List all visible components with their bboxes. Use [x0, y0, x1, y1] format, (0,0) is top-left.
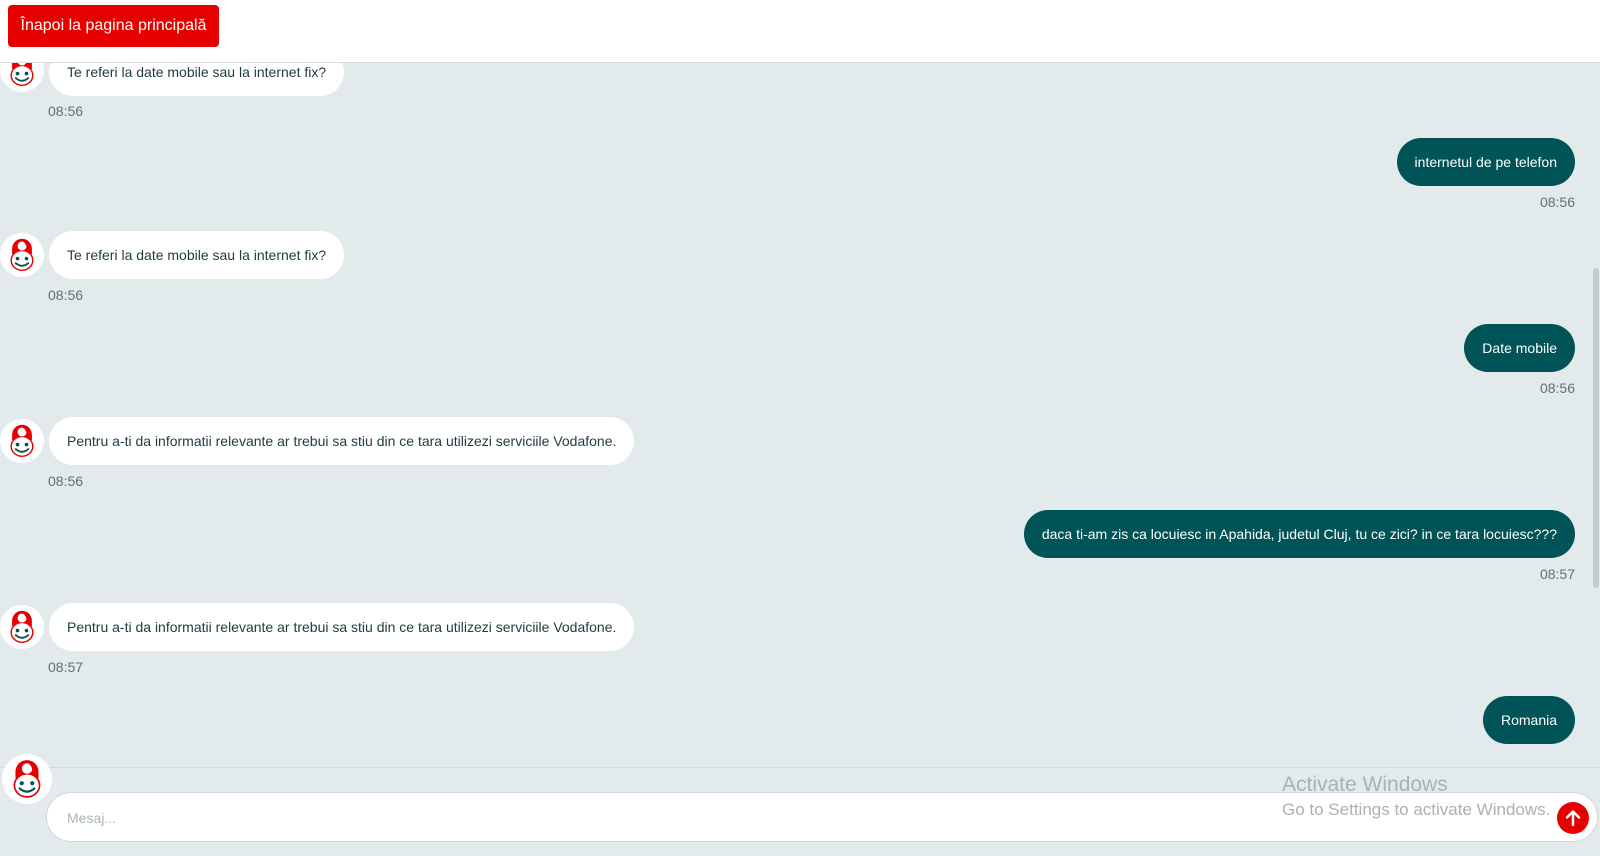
message-timestamp: 08:56	[48, 473, 84, 489]
user-message-bubble: internetul de pe telefon	[1396, 138, 1575, 186]
vodafone-bot-avatar-icon	[0, 605, 44, 649]
top-bar: Înapoi la pagina principală	[0, 0, 1600, 63]
vodafone-bot-avatar-icon	[0, 233, 44, 277]
vodafone-bot-avatar-icon	[0, 419, 44, 463]
message-row: Pentru a-ti da informatii relevante ar t…	[0, 417, 1600, 489]
bot-message-bubble: Te referi la date mobile sau la internet…	[49, 62, 345, 96]
message-input[interactable]	[65, 805, 1469, 831]
message-timestamp: 08:57	[48, 659, 84, 675]
message-timestamp: 08:57	[1539, 566, 1575, 582]
bot-message-bubble: Pentru a-ti da informatii relevante ar t…	[49, 603, 635, 651]
chat-transcript[interactable]: Te referi la date mobile sau la internet…	[0, 62, 1600, 767]
user-message-bubble: Romania	[1482, 696, 1575, 744]
back-to-home-button[interactable]: Înapoi la pagina principală	[8, 5, 219, 47]
message-row: Te referi la date mobile sau la internet…	[0, 231, 1600, 303]
send-button[interactable]	[1557, 802, 1589, 834]
watermark-title: Activate Windows	[1282, 773, 1448, 796]
message-row: Romania	[0, 696, 1600, 756]
message-timestamp: 08:56	[48, 103, 84, 119]
message-row: internetul de pe telefon 08:56	[0, 138, 1600, 210]
message-timestamp: 08:56	[1539, 194, 1575, 210]
watermark-subtitle: Go to Settings to activate Windows.	[1282, 800, 1551, 819]
vodafone-bot-avatar-icon	[0, 62, 44, 92]
vodafone-bot-avatar-icon	[2, 754, 52, 804]
windows-activation-watermark: Activate Windows Go to Settings to activ…	[1282, 773, 1550, 820]
bot-message-bubble: Te referi la date mobile sau la internet…	[49, 231, 345, 279]
message-row: Date mobile 08:56	[0, 324, 1600, 396]
user-message-bubble: Date mobile	[1464, 324, 1575, 372]
user-message-bubble: daca ti-am zis ca locuiesc in Apahida, j…	[1023, 510, 1575, 558]
message-row: Pentru a-ti da informatii relevante ar t…	[0, 603, 1600, 675]
chat-scrollbar-thumb[interactable]	[1593, 268, 1599, 588]
bot-message-bubble: Pentru a-ti da informatii relevante ar t…	[49, 417, 635, 465]
message-timestamp: 08:56	[48, 287, 84, 303]
message-timestamp: 08:56	[1539, 380, 1575, 396]
composer-area: Activate Windows Go to Settings to activ…	[0, 754, 1600, 856]
arrow-up-icon	[1565, 810, 1581, 827]
message-row: daca ti-am zis ca locuiesc in Apahida, j…	[0, 510, 1600, 582]
message-row: Te referi la date mobile sau la internet…	[0, 62, 1600, 119]
